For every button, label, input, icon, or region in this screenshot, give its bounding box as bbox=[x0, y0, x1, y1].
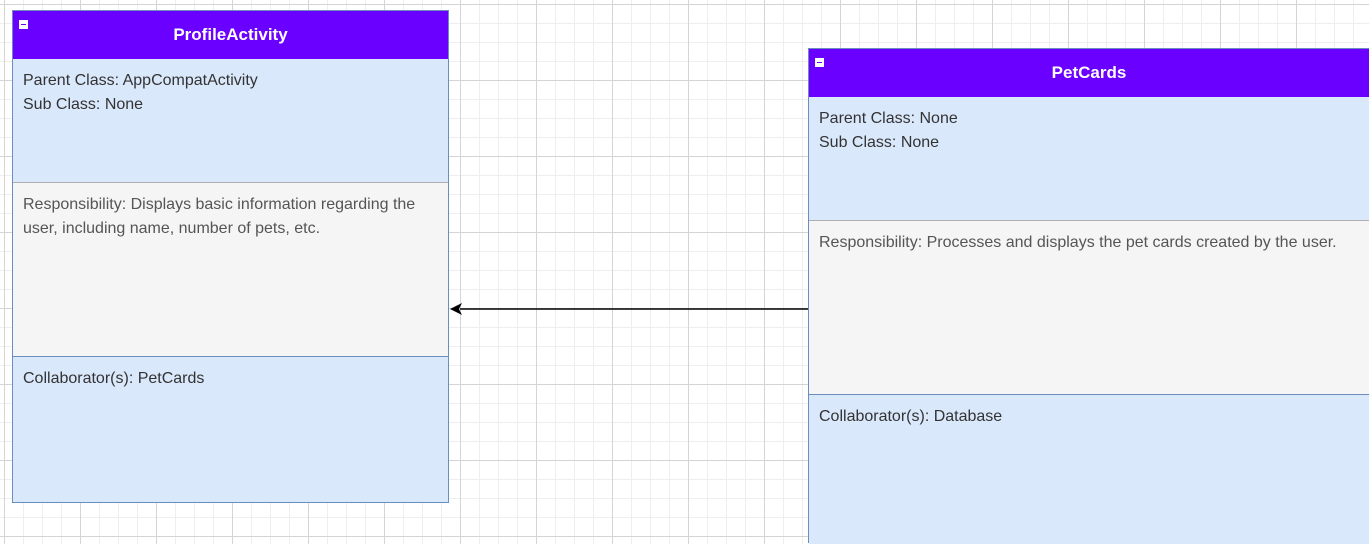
association-arrow[interactable] bbox=[0, 0, 1369, 537]
